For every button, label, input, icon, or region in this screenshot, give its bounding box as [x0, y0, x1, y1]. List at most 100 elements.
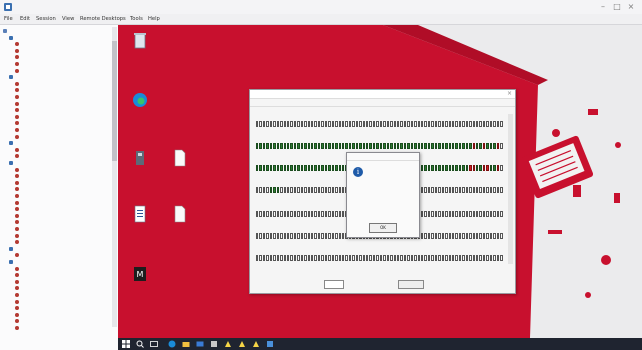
desktop-icon-launcher[interactable]: M — [120, 265, 160, 287]
pinned-app-icon[interactable] — [266, 340, 274, 348]
tree-item-device[interactable] — [15, 219, 21, 225]
tree-item-device[interactable] — [15, 114, 21, 120]
tree-item-device[interactable] — [15, 94, 21, 100]
io-led — [451, 165, 455, 171]
pinned-app-icon[interactable] — [238, 340, 246, 348]
io-led — [482, 255, 486, 261]
close-icon[interactable]: × — [626, 2, 636, 11]
info-dialog[interactable]: i OK — [346, 152, 420, 238]
tree-item-group[interactable] — [9, 259, 15, 265]
tree-item-group[interactable] — [9, 246, 15, 252]
io-led — [458, 211, 462, 217]
desktop-icon-document[interactable] — [120, 205, 160, 227]
tree-item-device[interactable] — [15, 120, 21, 126]
io-led — [493, 211, 496, 217]
tree-item-device[interactable] — [15, 61, 21, 67]
tree-item-device[interactable] — [15, 233, 21, 239]
menu-edit[interactable]: Edit — [20, 16, 30, 22]
tree-item-device[interactable] — [15, 81, 21, 87]
tree-item-device[interactable] — [15, 200, 21, 206]
io-led — [427, 143, 431, 149]
tree-item-device[interactable] — [15, 252, 21, 258]
tree-item-device[interactable] — [15, 180, 21, 186]
device-icon — [15, 147, 19, 152]
ok-button[interactable]: OK — [369, 223, 397, 233]
tree-item-device[interactable] — [15, 41, 21, 47]
menu-help[interactable]: Help — [148, 16, 160, 22]
desktop-icon-file[interactable] — [160, 205, 200, 227]
device-icon — [15, 213, 19, 218]
desktop-icon-app[interactable] — [120, 149, 160, 171]
edge-taskbar-icon[interactable] — [168, 340, 176, 348]
tree-item-device[interactable] — [15, 193, 21, 199]
tree-item-device[interactable] — [15, 107, 21, 113]
io-led — [476, 187, 479, 193]
task-view-icon[interactable] — [150, 340, 158, 348]
minimize-icon[interactable]: – — [598, 2, 608, 11]
io-led — [314, 143, 317, 149]
desktop-icon-edge[interactable] — [120, 91, 160, 113]
pinned-app-icon[interactable] — [224, 340, 232, 348]
tree-item-device[interactable] — [15, 153, 21, 159]
tree-item-group[interactable] — [9, 35, 15, 41]
menu-tools[interactable]: Tools — [130, 16, 143, 22]
app-scrollbar[interactable] — [508, 114, 513, 264]
tree-item-device[interactable] — [15, 101, 21, 107]
tree-item-device[interactable] — [15, 239, 21, 245]
tree-item-group[interactable] — [9, 74, 15, 80]
tree-item-device[interactable] — [15, 312, 21, 318]
io-led — [311, 187, 314, 193]
search-icon[interactable] — [136, 340, 144, 348]
tree-item-group[interactable] — [9, 160, 15, 166]
tree-item-device[interactable] — [15, 186, 21, 192]
maximize-icon[interactable]: □ — [612, 2, 622, 11]
tree-item-device[interactable] — [15, 134, 21, 140]
tree-item-device[interactable] — [15, 87, 21, 93]
connection-tree[interactable] — [0, 25, 119, 350]
tree-scroll-thumb[interactable] — [112, 41, 117, 161]
tree-item-device[interactable] — [15, 147, 21, 153]
desktop-icon-text[interactable] — [160, 149, 200, 171]
io-led — [476, 233, 479, 239]
tree-item-device[interactable] — [15, 279, 21, 285]
tree-item-device[interactable] — [15, 266, 21, 272]
app-close-icon[interactable]: × — [507, 90, 512, 97]
tree-scrollbar[interactable] — [112, 27, 117, 327]
mail-taskbar-icon[interactable] — [196, 340, 204, 348]
tree-item-device[interactable] — [15, 299, 21, 305]
menu-session[interactable]: Session — [36, 16, 56, 22]
pinned-app-icon[interactable] — [252, 340, 260, 348]
tree-item-device[interactable] — [15, 272, 21, 278]
bottom-button[interactable] — [398, 280, 424, 289]
tree-item-device[interactable] — [15, 213, 21, 219]
menu-view[interactable]: View — [62, 16, 74, 22]
explorer-taskbar-icon[interactable] — [182, 340, 190, 348]
tree-item-device[interactable] — [15, 305, 21, 311]
io-led — [290, 165, 293, 171]
io-led — [438, 143, 441, 149]
tree-item-device[interactable] — [15, 54, 21, 60]
io-led — [331, 211, 335, 217]
tree-item-device[interactable] — [15, 68, 21, 74]
tree-item-device[interactable] — [15, 167, 21, 173]
tree-item-device[interactable] — [15, 325, 21, 331]
io-led — [341, 143, 345, 149]
bottom-select[interactable] — [324, 280, 344, 289]
tree-item-device[interactable] — [15, 292, 21, 298]
tree-item-device[interactable] — [15, 318, 21, 324]
menu-file[interactable]: File — [4, 16, 13, 22]
start-icon[interactable] — [122, 340, 130, 348]
pinned-app-icon[interactable] — [210, 340, 218, 348]
desktop-icon-recycle-bin[interactable] — [120, 31, 160, 53]
tree-item-device[interactable] — [15, 226, 21, 232]
tree-item-device[interactable] — [15, 48, 21, 54]
tree-root[interactable] — [3, 28, 9, 34]
io-led — [448, 143, 451, 149]
io-led — [269, 165, 273, 171]
tree-item-device[interactable] — [15, 206, 21, 212]
tree-item-group[interactable] — [9, 140, 15, 146]
tree-item-device[interactable] — [15, 173, 21, 179]
menu-remote-desktops[interactable]: Remote Desktops — [80, 16, 126, 22]
tree-item-device[interactable] — [15, 127, 21, 133]
tree-item-device[interactable] — [15, 285, 21, 291]
